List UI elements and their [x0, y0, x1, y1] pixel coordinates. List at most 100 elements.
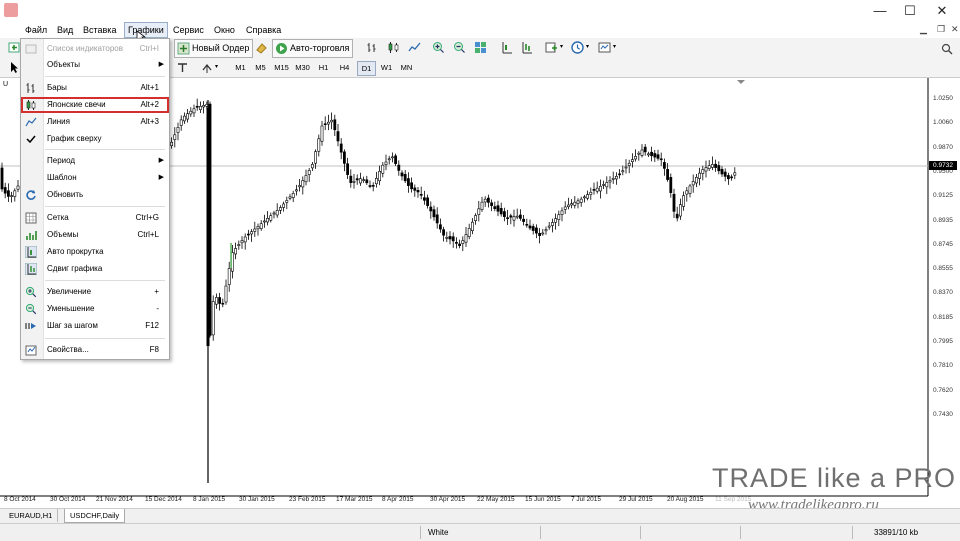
arrows-tool-icon[interactable] — [201, 61, 214, 74]
chart-shift-icon[interactable] — [520, 41, 533, 54]
price-tick-label: 0.9870 — [933, 143, 953, 151]
search-icon[interactable] — [941, 43, 954, 56]
minimize-button[interactable]: — — [866, 2, 894, 20]
candle-body — [215, 297, 218, 305]
candle-body — [582, 196, 586, 199]
candle-body — [570, 203, 574, 206]
menu-view[interactable]: Вид — [54, 23, 76, 37]
mdi-minimize-icon[interactable]: ▁ — [920, 24, 927, 35]
candle-body — [624, 166, 628, 169]
maximize-button[interactable]: ☐ — [896, 2, 924, 20]
zoom-in-icon[interactable] — [432, 41, 445, 54]
menu-help[interactable]: Справка — [243, 23, 284, 37]
price-tick-label: 0.7430 — [933, 410, 953, 418]
tab-usdchf-daily[interactable]: USDCHF,Daily — [64, 509, 126, 523]
candle-body — [720, 168, 724, 175]
candle-body — [253, 228, 257, 232]
candle-body — [518, 214, 522, 219]
menu-item-1[interactable]: Объекты ▶ — [21, 57, 169, 73]
candle-body — [691, 181, 695, 186]
mdi-close-icon[interactable]: ✕ — [951, 24, 959, 35]
menu-item-9[interactable]: Сетка Ctrl+G — [21, 210, 169, 226]
market-watch-icon[interactable] — [255, 41, 268, 54]
candle-body — [704, 167, 708, 172]
date-tick-label: 8 Apr 2015 — [382, 496, 414, 503]
arrows-dropdown-icon[interactable]: ▾ — [215, 63, 218, 70]
autoscroll-icon[interactable] — [500, 41, 513, 54]
timeframe-m5[interactable]: M5 — [252, 61, 269, 74]
menu-item-label: Увеличение — [47, 287, 92, 296]
menu-item-2[interactable]: Бары Alt+1 — [21, 80, 169, 96]
candle-body — [317, 138, 321, 152]
candle-body — [301, 180, 305, 188]
tile-windows-icon[interactable] — [474, 41, 487, 54]
menu-separator — [45, 149, 165, 150]
menu-item-shortcut: Alt+1 — [140, 83, 159, 92]
candle-body — [669, 177, 673, 193]
menu-tools[interactable]: Сервис — [170, 23, 207, 37]
timeframe-m30[interactable]: M30 — [294, 61, 311, 74]
timeframe-w1[interactable]: W1 — [378, 61, 395, 74]
menu-item-5[interactable]: График сверху — [21, 131, 169, 147]
menu-file[interactable]: Файл — [22, 23, 50, 37]
periods-icon[interactable] — [571, 41, 584, 54]
menu-item-6[interactable]: Период ▶ — [21, 153, 169, 169]
current-price-badge: 0.9732 — [929, 161, 957, 170]
timeframe-m1[interactable]: M1 — [232, 61, 249, 74]
text-tool-icon[interactable] — [176, 61, 189, 74]
menu-item-12[interactable]: Сдвиг графика — [21, 261, 169, 277]
menu-item-14[interactable]: Уменьшение - — [21, 301, 169, 317]
bars-chart-icon[interactable] — [366, 41, 379, 54]
timeframe-h1[interactable]: H1 — [315, 61, 332, 74]
candle-body — [378, 170, 382, 182]
templates-icon[interactable] — [598, 41, 611, 54]
properties-icon — [25, 345, 37, 356]
menu-insert[interactable]: Вставка — [80, 23, 119, 37]
candle-body — [272, 212, 276, 215]
menu-item-label: Объемы — [47, 230, 79, 239]
menu-item-11[interactable]: Авто прокрутка — [21, 244, 169, 260]
menu-window[interactable]: Окно — [211, 23, 238, 37]
menu-item-4[interactable]: Линия Alt+3 — [21, 114, 169, 130]
candle-body — [643, 146, 647, 153]
candle-body — [461, 240, 465, 244]
mdi-restore-icon[interactable]: ❐ — [937, 24, 945, 35]
candle-body — [502, 211, 506, 217]
menu-item-10[interactable]: Объемы Ctrl+L — [21, 227, 169, 243]
menu-item-label: Уменьшение — [47, 304, 95, 313]
candles-chart-icon[interactable] — [387, 41, 400, 54]
candle-body — [323, 123, 327, 126]
timeframe-d1[interactable]: D1 — [357, 61, 376, 76]
candle-body — [422, 197, 426, 201]
timeframe-mn[interactable]: MN — [398, 61, 415, 74]
menu-item-7[interactable]: Шаблон ▶ — [21, 170, 169, 186]
line-chart-icon — [25, 117, 37, 127]
indicators-dropdown-icon[interactable]: ▾ — [560, 43, 563, 50]
periods-dropdown-icon[interactable]: ▾ — [586, 43, 589, 50]
timeframe-h4[interactable]: H4 — [336, 61, 353, 74]
timeframe-m15[interactable]: M15 — [273, 61, 290, 74]
menu-item-3[interactable]: Японские свечи Alt+2 — [21, 97, 169, 113]
line-chart-icon[interactable] — [408, 41, 421, 54]
menu-item-13[interactable]: Увеличение + — [21, 284, 169, 300]
candle-body — [410, 182, 414, 190]
tab-euraud-h1[interactable]: EURAUD,H1 — [4, 509, 59, 522]
close-button[interactable]: ✕ — [928, 2, 956, 20]
menu-item-15[interactable]: Шаг за шагом F12 — [21, 318, 169, 334]
candle-body — [247, 233, 250, 236]
menu-item-8[interactable]: Обновить — [21, 187, 169, 203]
indicators-icon[interactable] — [545, 41, 558, 54]
candle-body — [314, 151, 318, 164]
templates-dropdown-icon[interactable]: ▾ — [613, 43, 616, 50]
menu-item-label: Сетка — [47, 213, 69, 222]
new-order-button[interactable]: Новый Ордер — [174, 39, 254, 58]
auto-trading-button[interactable]: Авто-торговля — [272, 39, 354, 58]
candle-body — [477, 208, 481, 215]
menu-item-16[interactable]: Свойства... F8 — [21, 342, 169, 358]
zoom-in-icon — [25, 286, 37, 298]
menu-item-label: Сдвиг графика — [47, 264, 103, 273]
menu-item-shortcut: Ctrl+L — [137, 230, 159, 239]
candle-body — [291, 193, 295, 198]
menu-item-shortcut: Alt+3 — [140, 117, 159, 126]
zoom-out-icon[interactable] — [453, 41, 466, 54]
